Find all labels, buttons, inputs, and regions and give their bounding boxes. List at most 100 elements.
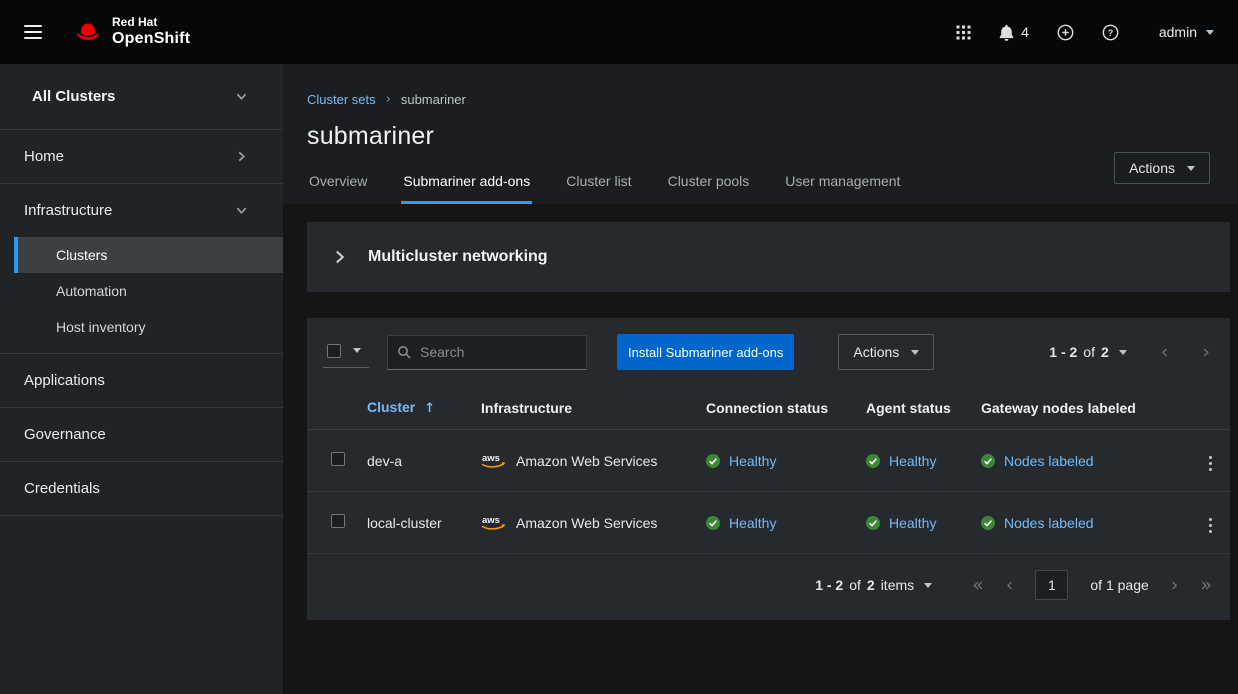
tab-overview[interactable]: Overview bbox=[307, 165, 369, 204]
breadcrumb: Cluster sets › submariner bbox=[307, 92, 1210, 107]
sidebar-item-credentials[interactable]: Credentials bbox=[0, 462, 283, 516]
check-circle-icon bbox=[706, 516, 720, 530]
column-header-agent-status[interactable]: Agent status bbox=[866, 386, 981, 430]
sidebar-item-label: Credentials bbox=[24, 480, 100, 497]
pagination-total: 2 bbox=[1101, 344, 1109, 360]
check-circle-icon bbox=[981, 454, 995, 468]
row-kebab-menu-icon[interactable] bbox=[1203, 514, 1218, 537]
pagination-items-dropdown[interactable]: 1 - 2 of 2 items bbox=[815, 577, 932, 593]
search-input[interactable] bbox=[387, 335, 587, 370]
cluster-name: local-cluster bbox=[367, 515, 442, 531]
sidebar-item-label: Home bbox=[24, 148, 64, 165]
check-circle-icon bbox=[866, 516, 880, 530]
tab-submariner-add-ons[interactable]: Submariner add-ons bbox=[401, 165, 532, 204]
breadcrumb-link-cluster-sets[interactable]: Cluster sets bbox=[307, 92, 376, 107]
agent-status-link[interactable]: Healthy bbox=[889, 453, 936, 469]
column-header-connection-status[interactable]: Connection status bbox=[706, 386, 866, 430]
page-actions-label: Actions bbox=[1129, 160, 1175, 176]
column-header-gateway-nodes-labeled[interactable]: Gateway nodes labeled bbox=[981, 386, 1199, 430]
bulk-select-dropdown[interactable] bbox=[323, 337, 369, 368]
nav-toggle-hamburger-icon[interactable] bbox=[24, 25, 42, 39]
aws-icon: aws bbox=[481, 514, 507, 531]
column-header-infrastructure[interactable]: Infrastructure bbox=[481, 386, 706, 430]
clusters-table: Cluster↑ Infrastructure Connection statu… bbox=[307, 386, 1230, 554]
sidebar-item-applications[interactable]: Applications bbox=[0, 354, 283, 408]
toolbar-actions-dropdown[interactable]: Actions bbox=[838, 334, 934, 370]
table-row: dev-a aws bbox=[307, 430, 1230, 492]
caret-down-icon bbox=[911, 350, 919, 355]
chevron-right-icon bbox=[236, 151, 247, 162]
search-icon bbox=[397, 345, 411, 359]
first-page-icon[interactable]: « bbox=[972, 576, 984, 595]
page-actions-dropdown[interactable]: Actions bbox=[1114, 152, 1210, 184]
tab-cluster-pools[interactable]: Cluster pools bbox=[666, 165, 752, 204]
app-launcher-icon[interactable] bbox=[956, 25, 971, 40]
infrastructure-label: Amazon Web Services bbox=[516, 515, 657, 531]
breadcrumb-current: submariner bbox=[401, 92, 466, 107]
page-nav-group: « ‹ of 1 page › » bbox=[972, 570, 1212, 600]
check-circle-icon bbox=[866, 454, 880, 468]
sidebar-item-home[interactable]: Home bbox=[0, 130, 283, 184]
tab-cluster-list[interactable]: Cluster list bbox=[564, 165, 633, 204]
connection-status-link[interactable]: Healthy bbox=[729, 453, 776, 469]
pagination-summary-dropdown[interactable]: 1 - 2 of 2 bbox=[1049, 344, 1127, 360]
cluster-name: dev-a bbox=[367, 453, 402, 469]
submariner-addons-table-card: Install Submariner add-ons Actions 1 - 2… bbox=[307, 318, 1230, 620]
notifications-bell-icon[interactable]: 4 bbox=[999, 24, 1029, 41]
prev-page-icon[interactable]: ‹ bbox=[1161, 343, 1169, 362]
pagination-items-label: items bbox=[881, 577, 914, 593]
username: admin bbox=[1159, 24, 1197, 40]
next-page-icon[interactable]: › bbox=[1202, 343, 1210, 362]
gateway-nodes-link[interactable]: Nodes labeled bbox=[1004, 453, 1094, 469]
aws-icon: aws bbox=[481, 452, 507, 469]
tabs: Overview Submariner add-ons Cluster list… bbox=[307, 165, 1210, 204]
caret-down-icon bbox=[353, 348, 361, 353]
page-of-label: of 1 page bbox=[1090, 577, 1148, 593]
chevron-down-icon bbox=[236, 91, 247, 102]
redhat-openshift-logo: Red Hat OpenShift bbox=[72, 16, 190, 47]
svg-text:aws: aws bbox=[482, 453, 500, 464]
tab-user-management[interactable]: User management bbox=[783, 165, 902, 204]
perspective-label: All Clusters bbox=[32, 88, 115, 105]
gateway-nodes-link[interactable]: Nodes labeled bbox=[1004, 515, 1094, 531]
page-header: Cluster sets › submariner submariner Ove… bbox=[283, 64, 1238, 204]
sidebar-item-infrastructure[interactable]: Infrastructure bbox=[0, 184, 283, 237]
sidebar-item-label: Clusters bbox=[56, 247, 107, 263]
pagination-range: 1 - 2 bbox=[815, 577, 843, 593]
sidebar-item-host-inventory[interactable]: Host inventory bbox=[0, 309, 283, 345]
agent-status-link[interactable]: Healthy bbox=[889, 515, 936, 531]
install-submariner-addons-button[interactable]: Install Submariner add-ons bbox=[617, 334, 794, 370]
column-header-checkbox bbox=[307, 386, 367, 430]
sort-ascending-icon: ↑ bbox=[424, 401, 435, 416]
app-root: Red Hat OpenShift 4 bbox=[0, 0, 1238, 694]
connection-status-link[interactable]: Healthy bbox=[729, 515, 776, 531]
user-menu[interactable]: admin bbox=[1159, 24, 1214, 40]
brand-line1: Red Hat bbox=[112, 16, 190, 29]
sidebar-item-automation[interactable]: Automation bbox=[0, 273, 283, 309]
perspective-switcher[interactable]: All Clusters bbox=[0, 64, 283, 130]
row-kebab-menu-icon[interactable] bbox=[1203, 452, 1218, 475]
search-box bbox=[387, 335, 587, 370]
toolbar-actions-label: Actions bbox=[853, 344, 899, 360]
check-circle-icon bbox=[706, 454, 720, 468]
select-all-checkbox[interactable] bbox=[327, 344, 341, 358]
row-checkbox[interactable] bbox=[331, 514, 345, 528]
quick-create-icon[interactable] bbox=[1057, 24, 1074, 41]
caret-down-icon bbox=[1206, 30, 1214, 35]
sidebar-item-clusters[interactable]: Clusters bbox=[14, 237, 283, 273]
breadcrumb-separator-icon: › bbox=[386, 93, 391, 106]
help-icon[interactable]: ? bbox=[1102, 24, 1119, 41]
last-page-icon[interactable]: » bbox=[1200, 576, 1212, 595]
next-page-icon[interactable]: › bbox=[1171, 576, 1179, 595]
sidebar-item-governance[interactable]: Governance bbox=[0, 408, 283, 462]
check-circle-icon bbox=[981, 516, 995, 530]
multicluster-networking-expandable[interactable]: Multicluster networking bbox=[307, 222, 1230, 292]
svg-text:aws: aws bbox=[482, 515, 500, 526]
caret-down-icon bbox=[924, 583, 932, 588]
table-header-row: Cluster↑ Infrastructure Connection statu… bbox=[307, 386, 1230, 430]
column-header-cluster[interactable]: Cluster↑ bbox=[367, 386, 481, 430]
prev-page-icon[interactable]: ‹ bbox=[1006, 576, 1014, 595]
row-checkbox[interactable] bbox=[331, 452, 345, 466]
current-page-input[interactable] bbox=[1035, 570, 1068, 600]
expand-angle-right-icon bbox=[333, 250, 346, 264]
